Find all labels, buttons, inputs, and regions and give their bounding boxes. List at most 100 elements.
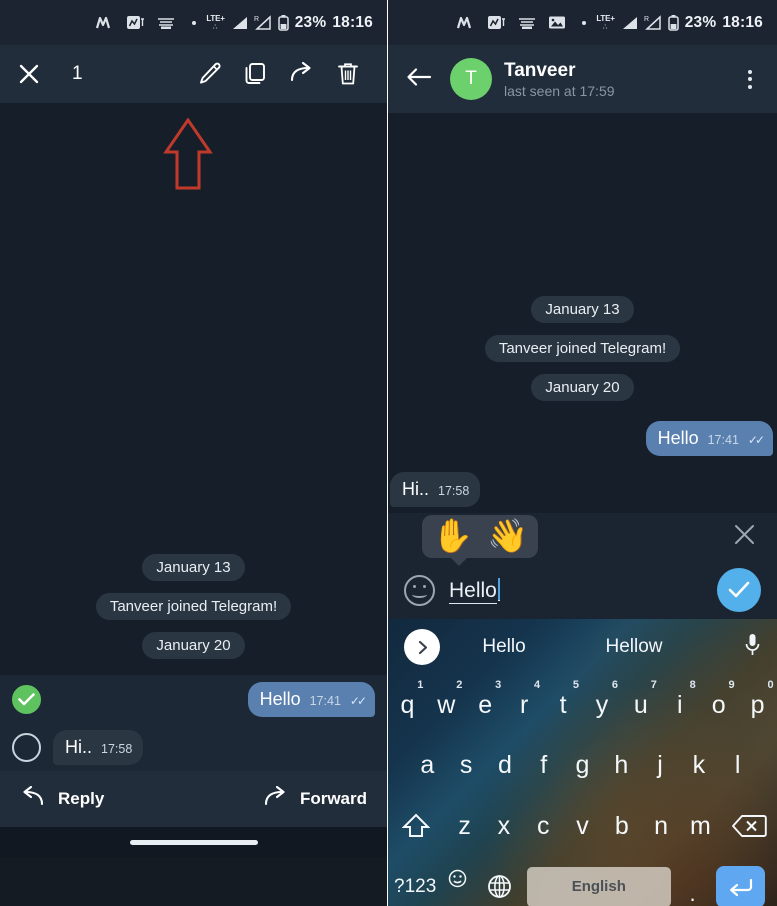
key-s[interactable]: s xyxy=(447,736,486,797)
key-k[interactable]: k xyxy=(679,736,718,797)
dot-icon xyxy=(192,20,197,25)
comma-emoji-key[interactable]: , xyxy=(436,857,478,906)
key-n[interactable]: n xyxy=(641,796,680,857)
signal-dots-icon: ∴ xyxy=(213,23,218,31)
key-j[interactable]: j xyxy=(641,736,680,797)
key-a[interactable]: a xyxy=(408,736,447,797)
key-o-number: 9 xyxy=(728,679,735,691)
date-separator-row: January 13 xyxy=(388,296,777,323)
dot-icon xyxy=(582,20,587,25)
selectable-message-row[interactable]: Hi.. 17:58 xyxy=(0,723,387,771)
emoji-suggestion-popup[interactable]: ✋ 👋 xyxy=(422,515,539,566)
message-edit-input[interactable]: Hello xyxy=(449,577,703,604)
key-f[interactable]: f xyxy=(524,736,563,797)
key-g[interactable]: g xyxy=(563,736,602,797)
bubble-text: Hello xyxy=(259,688,301,709)
selectable-message-row[interactable]: Hello 17:41 ✓✓ xyxy=(0,675,387,723)
outgoing-bubble[interactable]: Hello 17:41 ✓✓ xyxy=(645,421,773,456)
reply-label: Reply xyxy=(58,789,105,808)
key-m[interactable]: m xyxy=(681,796,720,857)
key-d[interactable]: d xyxy=(486,736,525,797)
key-y[interactable]: 6y xyxy=(583,675,622,736)
key-u[interactable]: 7u xyxy=(621,675,660,736)
key-w[interactable]: 2w xyxy=(427,675,466,736)
key-q[interactable]: 1q xyxy=(388,675,427,736)
chat-header: T Tanveer last seen at 17:59 xyxy=(388,45,777,113)
delete-icon[interactable] xyxy=(325,61,371,87)
key-p[interactable]: 0p xyxy=(738,675,777,736)
bubble-text: Hi.. xyxy=(402,479,429,499)
key-v[interactable]: v xyxy=(563,796,602,857)
emoji-icon xyxy=(448,866,467,895)
forward-button[interactable]: Forward xyxy=(194,785,388,813)
date-separator-row: January 20 xyxy=(388,374,777,401)
checkbox-unchecked-icon[interactable] xyxy=(12,732,41,762)
key-w-number: 2 xyxy=(456,679,463,691)
key-b[interactable]: b xyxy=(602,796,641,857)
key-q-label: q xyxy=(400,690,415,719)
close-edit-icon[interactable] xyxy=(734,524,777,550)
date-pill: January 20 xyxy=(531,374,634,401)
chevron-right-icon[interactable] xyxy=(404,629,440,665)
globe-icon[interactable] xyxy=(479,857,521,906)
on-screen-keyboard: Hello Hellow 1q 2w 3e 4r 5t 6y 7u 8 i 9 … xyxy=(388,619,777,906)
key-l[interactable]: l xyxy=(718,736,757,797)
annotation-arrow-icon xyxy=(163,117,213,195)
right-phone-screen: LTE+ ∴ R 23% 18:16 T Tanveer last seen a… xyxy=(388,0,777,906)
emoji-suggestion-1[interactable]: 👋 xyxy=(487,518,528,554)
key-c[interactable]: c xyxy=(524,796,563,857)
status-right-indicators: LTE+ ∴ R 23% 18:16 xyxy=(192,14,373,32)
key-r[interactable]: 4r xyxy=(505,675,544,736)
microphone-icon[interactable] xyxy=(744,633,761,662)
signal-bars-icon xyxy=(621,16,638,30)
kebab-menu-icon[interactable] xyxy=(735,69,765,89)
status-right-indicators: LTE+ ∴ R 23% 18:16 xyxy=(582,14,763,32)
key-q-number: 1 xyxy=(417,679,424,691)
battery-icon xyxy=(277,14,289,31)
key-x[interactable]: x xyxy=(484,796,523,857)
key-o[interactable]: 9o xyxy=(699,675,738,736)
symbols-key[interactable]: ?123 xyxy=(394,857,436,906)
signal-dots-icon: ∴ xyxy=(603,23,608,31)
space-key[interactable]: English xyxy=(526,866,671,906)
forward-icon[interactable] xyxy=(279,61,325,87)
chat-title-block[interactable]: Tanveer last seen at 17:59 xyxy=(504,60,723,99)
outgoing-bubble[interactable]: Hello 17:41 ✓✓ xyxy=(247,681,375,717)
back-icon[interactable] xyxy=(400,67,438,92)
bubble-text: Hello xyxy=(657,428,699,448)
incoming-bubble[interactable]: Hi.. 17:58 xyxy=(53,729,144,765)
backspace-icon[interactable] xyxy=(720,796,777,857)
key-e-label: e xyxy=(478,690,493,719)
emoji-suggestion-0[interactable]: ✋ xyxy=(432,518,473,554)
close-selection-icon[interactable] xyxy=(16,63,42,85)
suggestion-0[interactable]: Hello xyxy=(440,636,568,658)
read-ticks-icon: ✓✓ xyxy=(747,433,765,447)
keyboard-row-2: a s d f g h j k l xyxy=(388,736,777,797)
period-key[interactable]: . xyxy=(677,857,709,906)
confirm-edit-button[interactable] xyxy=(717,568,761,612)
key-t[interactable]: 5t xyxy=(544,675,583,736)
edit-input-value: Hello xyxy=(449,578,497,604)
copy-icon[interactable] xyxy=(233,61,279,87)
wave-icon xyxy=(96,16,115,30)
comma-key-label: , xyxy=(454,891,460,906)
edit-icon[interactable] xyxy=(187,61,233,87)
key-p-label: p xyxy=(750,690,765,719)
reply-button[interactable]: Reply xyxy=(0,785,194,813)
key-h[interactable]: h xyxy=(602,736,641,797)
key-y-label: y xyxy=(595,690,609,719)
home-indicator[interactable] xyxy=(129,839,258,845)
shift-icon[interactable] xyxy=(388,796,445,857)
incoming-bubble[interactable]: Hi.. 17:58 xyxy=(390,472,481,507)
emoji-picker-icon[interactable] xyxy=(404,574,435,606)
service-message-row: Tanveer joined Telegram! xyxy=(0,593,387,620)
key-e[interactable]: 3e xyxy=(466,675,505,736)
enter-icon[interactable] xyxy=(716,865,766,906)
selection-action-bar: Reply Forward xyxy=(0,771,387,827)
key-i[interactable]: 8i xyxy=(660,675,699,736)
key-z[interactable]: z xyxy=(445,796,484,857)
suggestion-1[interactable]: Hellow xyxy=(568,636,700,658)
key-i-label: i xyxy=(676,690,683,719)
checkbox-checked-icon[interactable] xyxy=(12,684,41,714)
avatar[interactable]: T xyxy=(450,58,492,100)
